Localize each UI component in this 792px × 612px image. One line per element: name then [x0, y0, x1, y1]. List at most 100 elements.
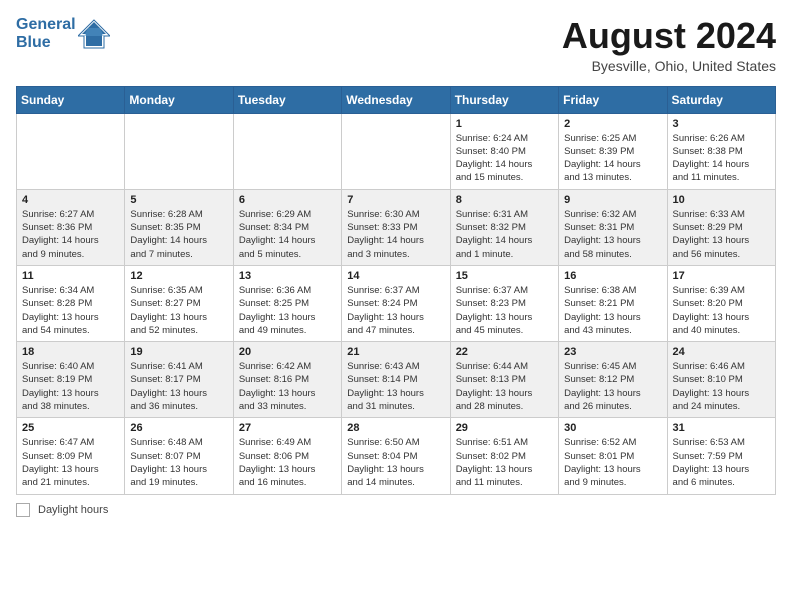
calendar-day-cell	[125, 113, 233, 189]
day-number: 17	[673, 270, 770, 282]
day-number: 26	[130, 422, 227, 434]
calendar-day-cell: 19 Sunrise: 6:41 AM Sunset: 8:17 PM Dayli…	[125, 342, 233, 418]
day-number: 15	[456, 270, 553, 282]
logo-icon	[78, 18, 110, 50]
calendar-day-cell: 23 Sunrise: 6:45 AM Sunset: 8:12 PM Dayli…	[559, 342, 667, 418]
day-info: Sunrise: 6:47 AM Sunset: 8:09 PM Dayligh…	[22, 436, 119, 489]
day-number: 25	[22, 422, 119, 434]
calendar-day-header: Tuesday	[233, 86, 341, 113]
day-info: Sunrise: 6:32 AM Sunset: 8:31 PM Dayligh…	[564, 208, 661, 261]
day-number: 20	[239, 346, 336, 358]
calendar-day-header: Monday	[125, 86, 233, 113]
calendar-day-header: Wednesday	[342, 86, 450, 113]
day-info: Sunrise: 6:43 AM Sunset: 8:14 PM Dayligh…	[347, 360, 444, 413]
day-info: Sunrise: 6:44 AM Sunset: 8:13 PM Dayligh…	[456, 360, 553, 413]
day-number: 22	[456, 346, 553, 358]
calendar-day-cell: 30 Sunrise: 6:52 AM Sunset: 8:01 PM Dayli…	[559, 418, 667, 494]
day-info: Sunrise: 6:45 AM Sunset: 8:12 PM Dayligh…	[564, 360, 661, 413]
day-number: 27	[239, 422, 336, 434]
calendar-week-row: 1Sunrise: 6:24 AM Sunset: 8:40 PM Daylig…	[17, 113, 776, 189]
day-number: 3	[673, 118, 770, 130]
page-header: General Blue August 2024 Byesville, Ohio…	[16, 16, 776, 74]
calendar-day-cell: 5 Sunrise: 6:28 AM Sunset: 8:35 PM Daylig…	[125, 189, 233, 265]
day-info: Sunrise: 6:25 AM Sunset: 8:39 PM Dayligh…	[564, 132, 661, 185]
day-info: Sunrise: 6:51 AM Sunset: 8:02 PM Dayligh…	[456, 436, 553, 489]
calendar-day-cell: 11 Sunrise: 6:34 AM Sunset: 8:28 PM Dayli…	[17, 265, 125, 341]
day-info: Sunrise: 6:52 AM Sunset: 8:01 PM Dayligh…	[564, 436, 661, 489]
day-number: 28	[347, 422, 444, 434]
day-number: 5	[130, 194, 227, 206]
calendar-day-cell: 17 Sunrise: 6:39 AM Sunset: 8:20 PM Dayli…	[667, 265, 775, 341]
month-title: August 2024	[562, 16, 776, 56]
day-number: 8	[456, 194, 553, 206]
calendar-day-cell: 29 Sunrise: 6:51 AM Sunset: 8:02 PM Dayli…	[450, 418, 558, 494]
calendar-day-cell: 1Sunrise: 6:24 AM Sunset: 8:40 PM Daylig…	[450, 113, 558, 189]
calendar-day-cell: 7Sunrise: 6:30 AM Sunset: 8:33 PM Daylig…	[342, 189, 450, 265]
day-info: Sunrise: 6:50 AM Sunset: 8:04 PM Dayligh…	[347, 436, 444, 489]
day-number: 6	[239, 194, 336, 206]
day-info: Sunrise: 6:33 AM Sunset: 8:29 PM Dayligh…	[673, 208, 770, 261]
day-number: 2	[564, 118, 661, 130]
calendar-day-cell: 10 Sunrise: 6:33 AM Sunset: 8:29 PM Dayli…	[667, 189, 775, 265]
logo-text: General	[16, 16, 76, 34]
day-info: Sunrise: 6:40 AM Sunset: 8:19 PM Dayligh…	[22, 360, 119, 413]
calendar-day-cell: 28 Sunrise: 6:50 AM Sunset: 8:04 PM Dayli…	[342, 418, 450, 494]
day-number: 9	[564, 194, 661, 206]
day-number: 1	[456, 118, 553, 130]
day-number: 18	[22, 346, 119, 358]
calendar-day-header: Sunday	[17, 86, 125, 113]
calendar-day-cell: 9 Sunrise: 6:32 AM Sunset: 8:31 PM Daylig…	[559, 189, 667, 265]
calendar-footer: Daylight hours	[16, 503, 776, 517]
day-number: 14	[347, 270, 444, 282]
calendar-week-row: 11 Sunrise: 6:34 AM Sunset: 8:28 PM Dayli…	[17, 265, 776, 341]
day-number: 31	[673, 422, 770, 434]
calendar-day-cell: 16 Sunrise: 6:38 AM Sunset: 8:21 PM Dayli…	[559, 265, 667, 341]
day-number: 10	[673, 194, 770, 206]
day-info: Sunrise: 6:46 AM Sunset: 8:10 PM Dayligh…	[673, 360, 770, 413]
day-info: Sunrise: 6:34 AM Sunset: 8:28 PM Dayligh…	[22, 284, 119, 337]
calendar-day-cell: 18 Sunrise: 6:40 AM Sunset: 8:19 PM Dayli…	[17, 342, 125, 418]
day-info: Sunrise: 6:37 AM Sunset: 8:23 PM Dayligh…	[456, 284, 553, 337]
logo-subtext: Blue	[16, 34, 76, 52]
day-number: 11	[22, 270, 119, 282]
day-number: 30	[564, 422, 661, 434]
calendar-day-cell: 13Sunrise: 6:36 AM Sunset: 8:25 PM Dayli…	[233, 265, 341, 341]
calendar-day-cell: 12Sunrise: 6:35 AM Sunset: 8:27 PM Dayli…	[125, 265, 233, 341]
legend-box	[16, 503, 30, 517]
day-number: 29	[456, 422, 553, 434]
calendar-day-cell: 2 Sunrise: 6:25 AM Sunset: 8:39 PM Daylig…	[559, 113, 667, 189]
day-number: 19	[130, 346, 227, 358]
day-number: 21	[347, 346, 444, 358]
day-info: Sunrise: 6:41 AM Sunset: 8:17 PM Dayligh…	[130, 360, 227, 413]
calendar-day-cell	[17, 113, 125, 189]
calendar-day-cell: 22 Sunrise: 6:44 AM Sunset: 8:13 PM Dayli…	[450, 342, 558, 418]
day-number: 7	[347, 194, 444, 206]
calendar-day-header: Thursday	[450, 86, 558, 113]
day-number: 4	[22, 194, 119, 206]
calendar-day-cell	[342, 113, 450, 189]
day-info: Sunrise: 6:28 AM Sunset: 8:35 PM Dayligh…	[130, 208, 227, 261]
calendar-day-cell: 14Sunrise: 6:37 AM Sunset: 8:24 PM Dayli…	[342, 265, 450, 341]
day-info: Sunrise: 6:39 AM Sunset: 8:20 PM Dayligh…	[673, 284, 770, 337]
day-number: 16	[564, 270, 661, 282]
calendar-week-row: 4 Sunrise: 6:27 AM Sunset: 8:36 PM Daylig…	[17, 189, 776, 265]
calendar-day-cell: 3Sunrise: 6:26 AM Sunset: 8:38 PM Daylig…	[667, 113, 775, 189]
day-info: Sunrise: 6:38 AM Sunset: 8:21 PM Dayligh…	[564, 284, 661, 337]
day-info: Sunrise: 6:29 AM Sunset: 8:34 PM Dayligh…	[239, 208, 336, 261]
calendar-day-cell: 26 Sunrise: 6:48 AM Sunset: 8:07 PM Dayli…	[125, 418, 233, 494]
calendar-day-cell: 6 Sunrise: 6:29 AM Sunset: 8:34 PM Daylig…	[233, 189, 341, 265]
calendar-day-header: Saturday	[667, 86, 775, 113]
calendar-day-cell: 27Sunrise: 6:49 AM Sunset: 8:06 PM Dayli…	[233, 418, 341, 494]
calendar-day-cell: 31 Sunrise: 6:53 AM Sunset: 7:59 PM Dayli…	[667, 418, 775, 494]
day-info: Sunrise: 6:48 AM Sunset: 8:07 PM Dayligh…	[130, 436, 227, 489]
calendar-header-row: SundayMondayTuesdayWednesdayThursdayFrid…	[17, 86, 776, 113]
day-number: 13	[239, 270, 336, 282]
day-info: Sunrise: 6:27 AM Sunset: 8:36 PM Dayligh…	[22, 208, 119, 261]
legend-label: Daylight hours	[38, 504, 108, 516]
day-number: 23	[564, 346, 661, 358]
calendar-week-row: 25 Sunrise: 6:47 AM Sunset: 8:09 PM Dayli…	[17, 418, 776, 494]
day-info: Sunrise: 6:31 AM Sunset: 8:32 PM Dayligh…	[456, 208, 553, 261]
calendar-day-cell: 21 Sunrise: 6:43 AM Sunset: 8:14 PM Dayli…	[342, 342, 450, 418]
day-info: Sunrise: 6:53 AM Sunset: 7:59 PM Dayligh…	[673, 436, 770, 489]
day-number: 12	[130, 270, 227, 282]
